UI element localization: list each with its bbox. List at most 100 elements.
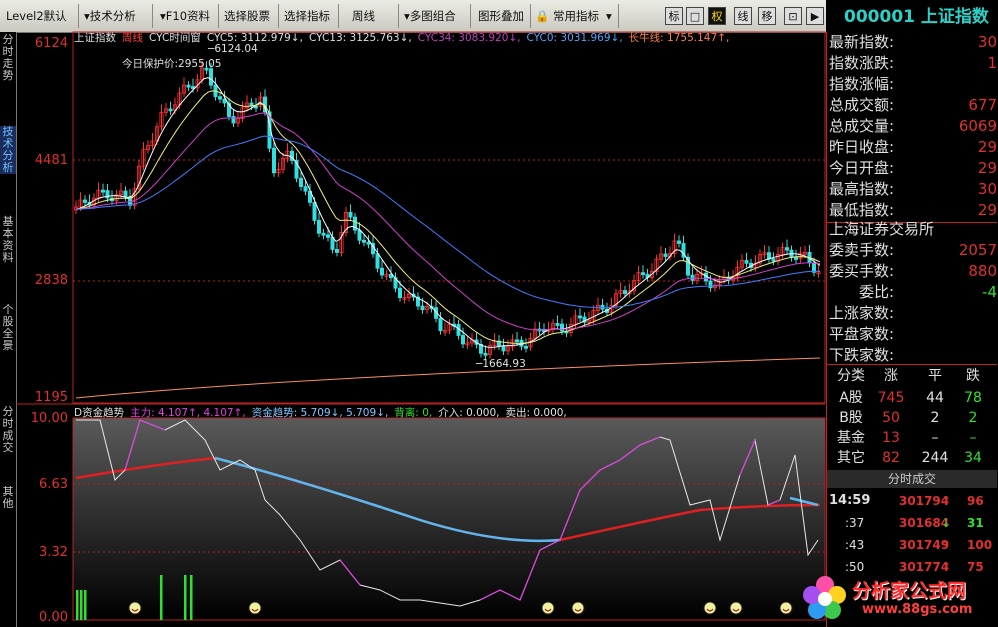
quote-value: 29	[977, 138, 997, 156]
quote-row: 总成交额: 677	[827, 95, 997, 116]
quote-row: 昨日收盘: 29	[827, 137, 997, 158]
candle-body	[375, 253, 380, 269]
quote-key: 最新指数:	[829, 33, 895, 51]
quote-row: 上涨家数:	[827, 303, 997, 324]
candle-body	[785, 247, 790, 251]
quote-panel: 最新指数: 30 指数涨跌: 1 指数涨幅: 总成交额: 677 总成交量: 6069 昨日收盘:…	[826, 32, 998, 627]
cyc34-line	[75, 112, 821, 331]
legend-item: 长牛线: 1755.147↑,	[628, 32, 730, 44]
table-header-cell: 平	[928, 368, 942, 384]
quote-key: 指数涨跌:	[829, 54, 895, 72]
divergence-bar	[84, 590, 87, 620]
legend-item: CYC13: 3125.763↓,	[308, 32, 412, 44]
chart-legend: 上证指数 周线 CYC时间窗 CYC5: 3112.979↓, CYC13: 3125.…	[74, 30, 735, 45]
candle-body	[578, 315, 583, 319]
quote-key: 委卖手数:	[829, 241, 895, 259]
tick-time: 14:59	[829, 493, 871, 508]
tick-row: :43 301749 ↑ 100	[827, 534, 997, 556]
candle-body	[663, 253, 668, 257]
table-row: 基金 13 – –	[827, 428, 997, 448]
tick-arrow: ↓	[941, 516, 952, 530]
cat-name: 其它	[837, 450, 865, 466]
candle-body	[217, 96, 222, 100]
candle-body	[397, 287, 402, 298]
cat-name: A股	[839, 390, 863, 406]
down-count: 2	[968, 410, 978, 426]
divergence-bar	[80, 590, 83, 620]
quote-key: 下跌家数:	[829, 346, 895, 364]
tick-time: :43	[845, 538, 865, 552]
candle-body	[271, 147, 276, 174]
candle-body	[623, 290, 628, 294]
candle-body	[303, 186, 308, 192]
up-count: 745	[877, 390, 905, 406]
watermark-title: 分析家公式网	[852, 580, 967, 602]
quote-value: 880	[968, 262, 997, 280]
candle-body	[348, 211, 353, 218]
candle-body	[794, 257, 799, 260]
quote-key: 最低指数:	[829, 201, 895, 219]
quote-key: 上涨家数:	[829, 304, 895, 322]
quote-value: 30	[977, 180, 997, 198]
candle-body	[460, 335, 465, 345]
quote-key: 委买手数:	[829, 262, 895, 280]
quote-key: 总成交量:	[829, 117, 895, 135]
candle-body	[708, 280, 713, 289]
high-price-label: ─6124.04	[208, 43, 258, 55]
candle-body	[325, 234, 330, 238]
ticks-title: 分时成交	[827, 470, 997, 488]
divergence-bar	[184, 575, 187, 620]
smiley-icon	[248, 601, 262, 615]
legend-item: CYC34: 3083.920↓,	[417, 32, 521, 44]
long-bull-line	[75, 357, 821, 399]
smiley-icon	[128, 601, 142, 615]
quote-value: 29	[977, 201, 997, 219]
cyc5-line	[75, 77, 821, 348]
candle-body	[677, 240, 682, 244]
quote-value: 29	[977, 159, 997, 177]
table-row: B股 50 2 2	[827, 408, 997, 428]
cyc13-line	[75, 90, 821, 344]
cyc0-line	[75, 135, 821, 309]
quote-value: 1	[987, 54, 997, 72]
table-row: A股 745 44 78	[827, 388, 997, 408]
flower-logo-icon	[803, 576, 846, 619]
quote-key: 平盘家数:	[829, 325, 895, 343]
low-price-label: ─1664.93	[476, 358, 526, 370]
candle-body	[501, 345, 506, 352]
legend-item: 周线	[122, 32, 143, 44]
exchange-name: 上海证券交易所	[829, 220, 935, 238]
candle-body	[298, 177, 303, 187]
tick-volume: 96	[967, 494, 984, 508]
candle-body	[483, 352, 488, 356]
smiley-icon	[779, 601, 793, 615]
divergence-bar	[190, 575, 193, 620]
candle-body	[560, 323, 565, 332]
quote-row: 今日开盘: 29	[827, 158, 997, 179]
candle-body	[361, 239, 366, 243]
candle-body	[524, 345, 529, 349]
candle-body	[690, 274, 695, 281]
indicator-legend-item: 介入: 0.000,	[438, 407, 500, 419]
indicator-legend-item: 卖出: 0.000,	[505, 407, 567, 419]
candle-body	[438, 317, 443, 332]
candle-body	[312, 202, 317, 221]
quote-row: 指数涨跌: 1	[827, 53, 997, 74]
indicator-legend-item: 主力: 4.107↑, 4.107↑,	[130, 407, 246, 419]
candle-body	[83, 199, 88, 203]
quote-row: 下跌家数:	[827, 345, 997, 366]
smiley-icon	[571, 601, 585, 615]
legend-item: CYC时间窗	[149, 32, 201, 44]
flat-count: 244	[921, 450, 949, 466]
candle-body	[744, 260, 749, 264]
candle-body	[316, 220, 321, 234]
indicator-legend-item: 背离: 0,	[394, 407, 433, 419]
tick-volume: 31	[967, 516, 984, 530]
flat-count: –	[931, 430, 939, 446]
candle-body	[101, 189, 106, 193]
quote-value: 6069	[958, 117, 997, 135]
table-header-cell: 涨	[884, 368, 898, 384]
candle-body	[379, 267, 384, 276]
tick-row: :37 301684 ↓ 31	[827, 512, 997, 534]
candle-body	[555, 323, 560, 326]
